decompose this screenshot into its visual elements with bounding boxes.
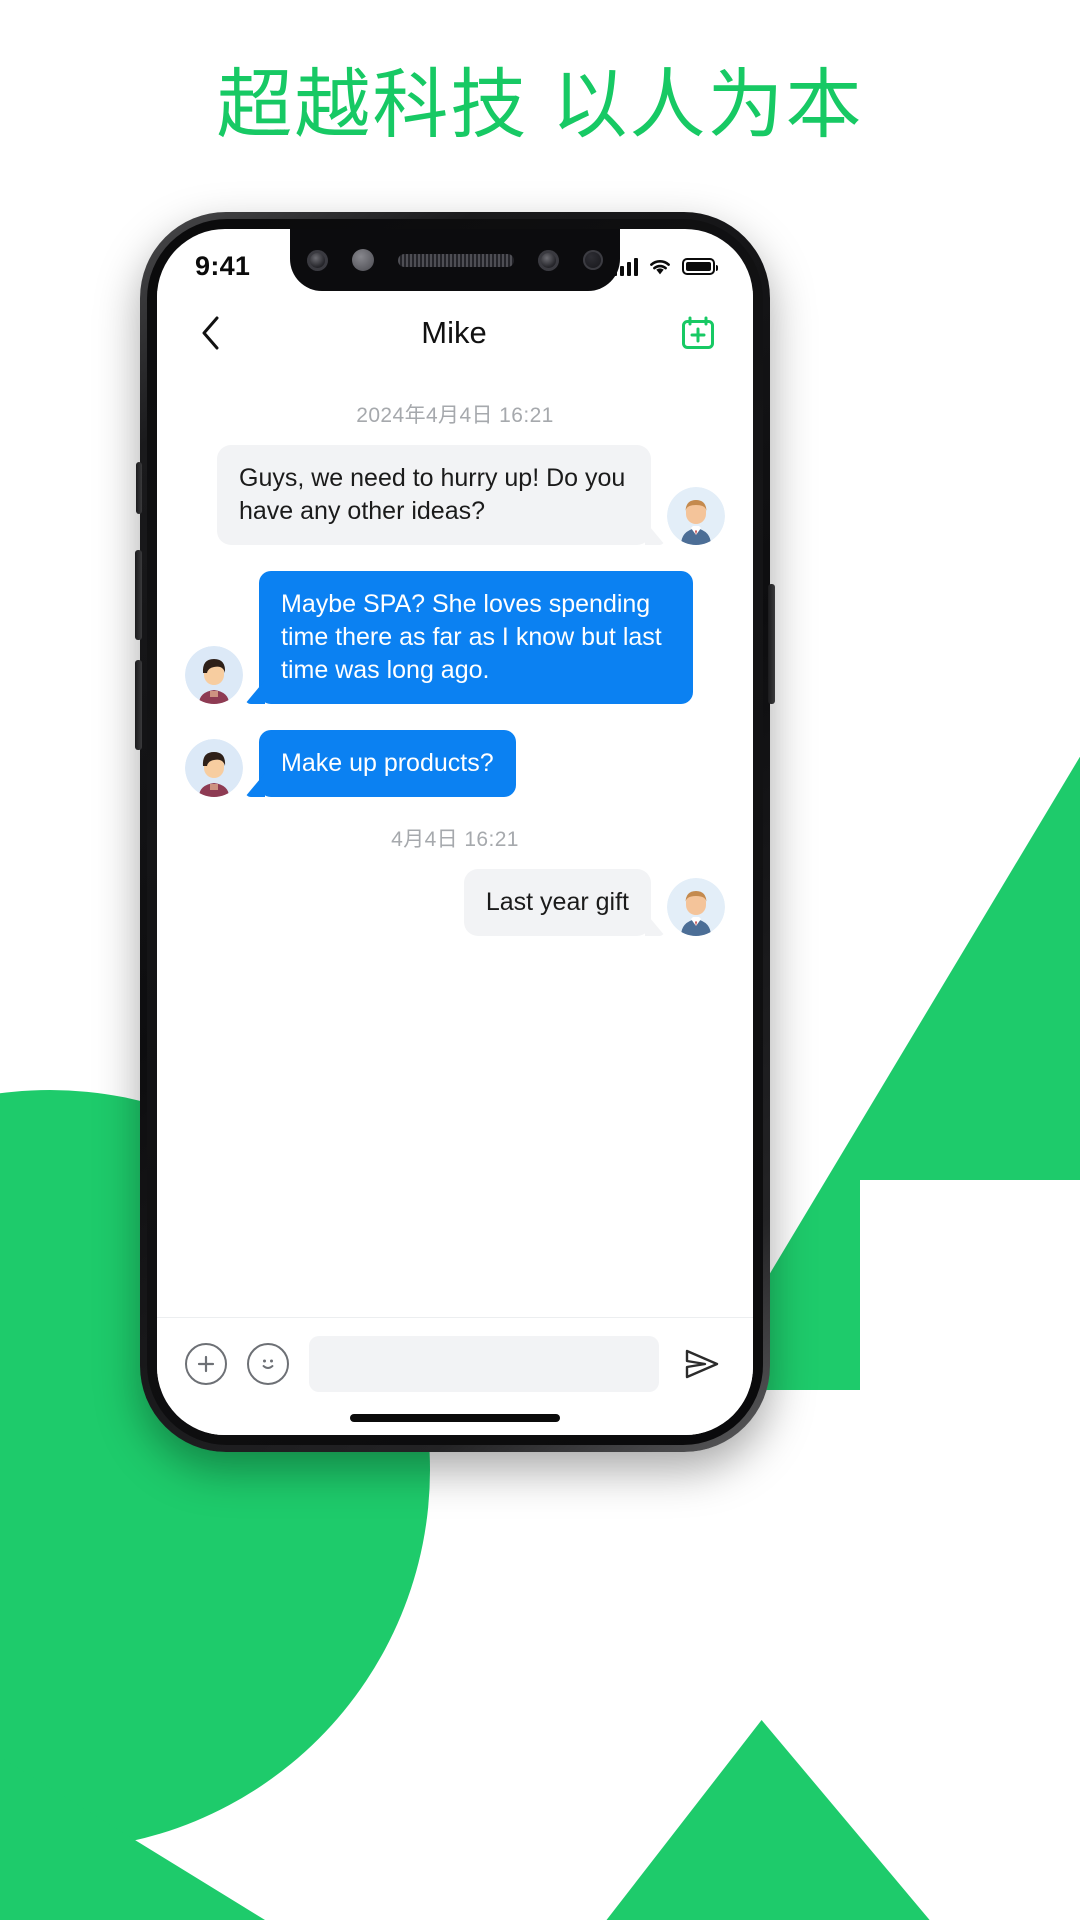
message-row: Guys, we need to hurry up! Do you have a… xyxy=(185,445,725,545)
message-bubble[interactable]: Last year gift xyxy=(463,869,651,936)
status-icons xyxy=(612,257,718,276)
timestamp-separator: 4月4日 16:21 xyxy=(391,828,519,851)
dot-projector-icon xyxy=(583,250,603,270)
message-row: Last year gift xyxy=(185,869,725,936)
avatar[interactable] xyxy=(185,646,243,704)
volume-up-button[interactable] xyxy=(135,550,142,640)
avatar[interactable] xyxy=(667,487,725,545)
white-patch xyxy=(860,1180,1080,1420)
chat-header: Mike xyxy=(157,291,753,375)
send-paper-plane-icon[interactable] xyxy=(679,1341,725,1387)
message-bubble[interactable]: Maybe SPA? She loves spending time there… xyxy=(259,571,693,704)
green-triangle-bottom xyxy=(560,1720,980,1920)
status-time: 9:41 xyxy=(195,250,251,281)
proximity-sensor-icon xyxy=(352,249,374,271)
plus-circle-icon[interactable] xyxy=(185,1342,227,1385)
avatar[interactable] xyxy=(667,878,725,936)
chat-title: Mike xyxy=(421,315,487,350)
message-bubble[interactable]: Make up products? xyxy=(259,730,516,797)
calendar-plus-icon[interactable] xyxy=(677,312,719,354)
front-camera-icon xyxy=(307,249,328,271)
timestamp-separator: 2024年4月4日 16:21 xyxy=(356,404,554,427)
message-bubble[interactable]: Guys, we need to hurry up! Do you have a… xyxy=(217,445,651,545)
back-chevron-icon[interactable] xyxy=(191,313,231,353)
message-row: Make up products? xyxy=(185,730,725,797)
battery-full-icon xyxy=(682,257,718,275)
smiley-circle-icon[interactable] xyxy=(247,1342,289,1385)
phone-mockup: 9:41 Mike 2024年4月4日 16:21 Guys, we need … xyxy=(135,212,775,1452)
wifi-icon xyxy=(650,259,670,274)
infrared-camera-icon xyxy=(538,249,559,271)
notch xyxy=(290,229,620,291)
home-indicator[interactable] xyxy=(350,1414,560,1422)
power-button[interactable] xyxy=(768,584,775,704)
page-headline: 超越科技 以人为本 xyxy=(216,63,864,148)
mute-switch[interactable] xyxy=(136,462,142,514)
volume-down-button[interactable] xyxy=(135,660,142,750)
avatar[interactable] xyxy=(185,739,243,797)
message-row: Maybe SPA? She loves spending time there… xyxy=(185,571,725,704)
message-list[interactable]: 2024年4月4日 16:21 Guys, we need to hurry u… xyxy=(157,375,753,1317)
message-text-input[interactable] xyxy=(309,1335,659,1392)
phone-screen: 9:41 Mike 2024年4月4日 16:21 Guys, we need … xyxy=(157,229,753,1435)
earpiece-speaker xyxy=(398,253,514,267)
